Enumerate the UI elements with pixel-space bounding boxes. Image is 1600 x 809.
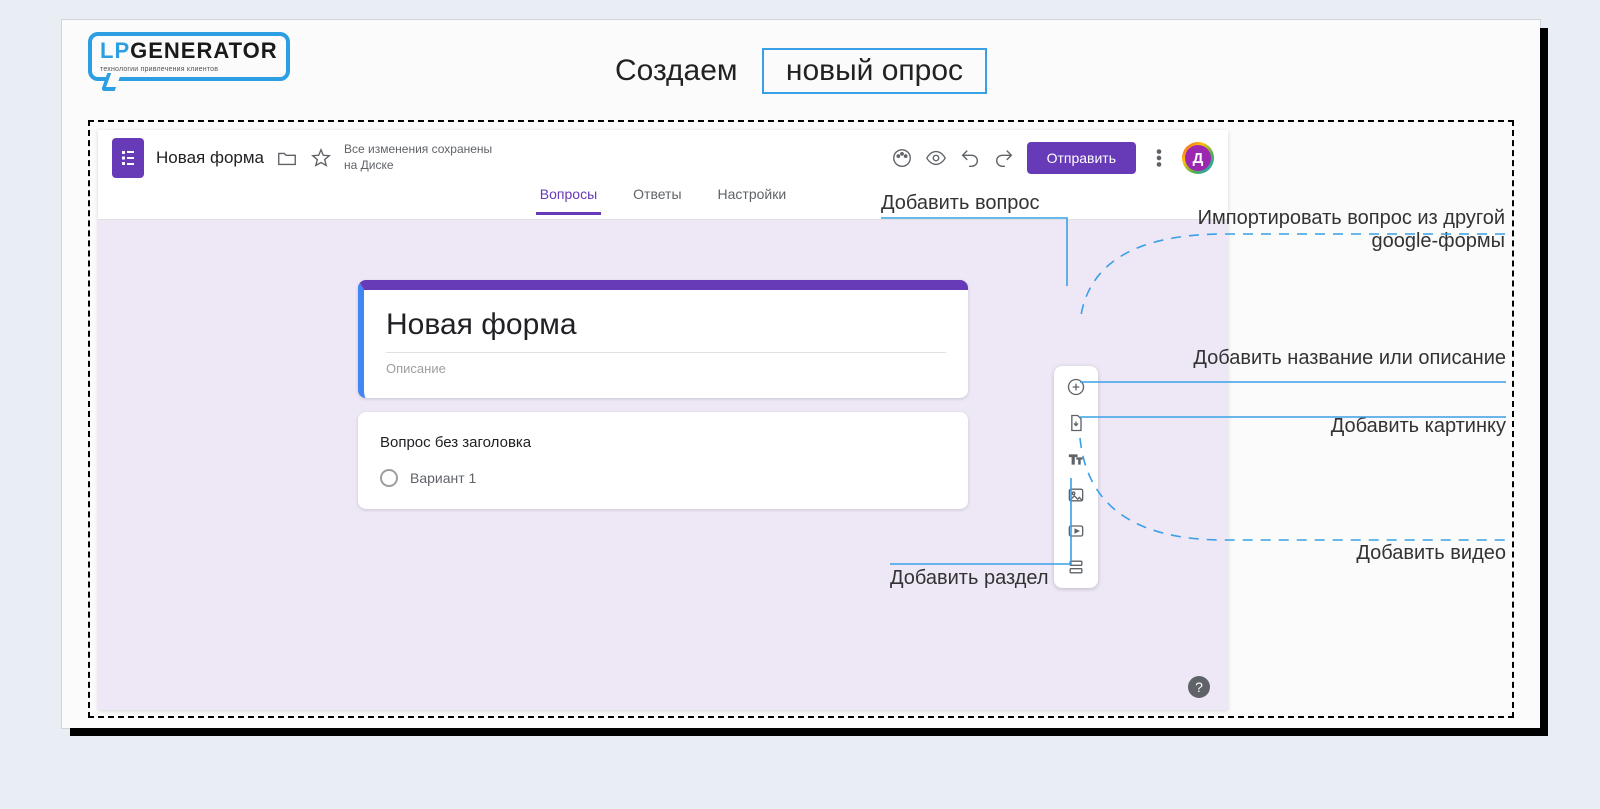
forms-header: Новая форма Все изменения сохранены на Д… (98, 130, 1228, 186)
annotation-import-question: Импортировать вопрос из другой google-фо… (1125, 207, 1505, 253)
folder-icon[interactable] (276, 147, 298, 169)
form-name[interactable]: Новая форма (156, 148, 264, 168)
add-question-button[interactable] (1061, 372, 1091, 402)
forms-tabs: Вопросы Ответы Настройки (98, 186, 1228, 220)
send-button[interactable]: Отправить (1027, 142, 1136, 174)
google-forms-window: Новая форма Все изменения сохранены на Д… (98, 130, 1228, 710)
undo-icon[interactable] (959, 147, 981, 169)
page-title-plain: Создаем (615, 54, 738, 87)
question-text[interactable]: Вопрос без заголовка (380, 434, 946, 451)
side-toolbar: TT (1054, 366, 1098, 588)
forms-logo-icon[interactable] (112, 138, 144, 178)
page-title: Создаем новый опрос (62, 48, 1540, 94)
annotation-add-title: Добавить название или описание (1126, 347, 1506, 370)
tab-responses[interactable]: Ответы (629, 186, 685, 212)
slide-frame: LPGENERATOR технологии привлечения клиен… (62, 20, 1540, 728)
preview-icon[interactable] (925, 147, 947, 169)
palette-icon[interactable] (891, 147, 913, 169)
add-title-button[interactable]: TT (1061, 444, 1091, 474)
avatar-letter: Д (1185, 145, 1211, 171)
forms-canvas: Описание Вопрос без заголовка Вариант 1 (98, 220, 1228, 710)
form-description[interactable]: Описание (386, 352, 946, 376)
import-question-button[interactable] (1061, 408, 1091, 438)
add-video-button[interactable] (1061, 516, 1091, 546)
add-section-button[interactable] (1061, 552, 1091, 582)
tab-settings[interactable]: Настройки (714, 186, 791, 212)
option-label: Вариант 1 (410, 470, 476, 486)
save-status: Все изменения сохранены на Диске (344, 142, 494, 173)
dashed-panel: Новая форма Все изменения сохранены на Д… (88, 120, 1514, 718)
form-title-card[interactable]: Описание (358, 280, 968, 398)
annotation-add-section: Добавить раздел (890, 567, 1049, 590)
add-image-button[interactable] (1061, 480, 1091, 510)
page-title-boxed: новый опрос (762, 48, 987, 94)
radio-icon (380, 469, 398, 487)
star-icon[interactable] (310, 147, 332, 169)
option-row[interactable]: Вариант 1 (380, 469, 946, 487)
question-card[interactable]: Вопрос без заголовка Вариант 1 (358, 412, 968, 509)
annotation-import-question-line2: google-формы (1125, 230, 1505, 253)
annotation-add-question: Добавить вопрос (881, 192, 1040, 215)
annotation-add-video: Добавить видео (1126, 542, 1506, 565)
redo-icon[interactable] (993, 147, 1015, 169)
more-icon[interactable] (1148, 147, 1170, 169)
svg-text:T: T (1077, 456, 1082, 466)
tab-questions[interactable]: Вопросы (536, 186, 601, 215)
avatar[interactable]: Д (1182, 142, 1214, 174)
annotation-add-image: Добавить картинку (1126, 415, 1506, 438)
help-button[interactable]: ? (1188, 676, 1210, 698)
annotation-import-question-line1: Импортировать вопрос из другой (1125, 207, 1505, 230)
form-title-input[interactable] (386, 308, 946, 348)
